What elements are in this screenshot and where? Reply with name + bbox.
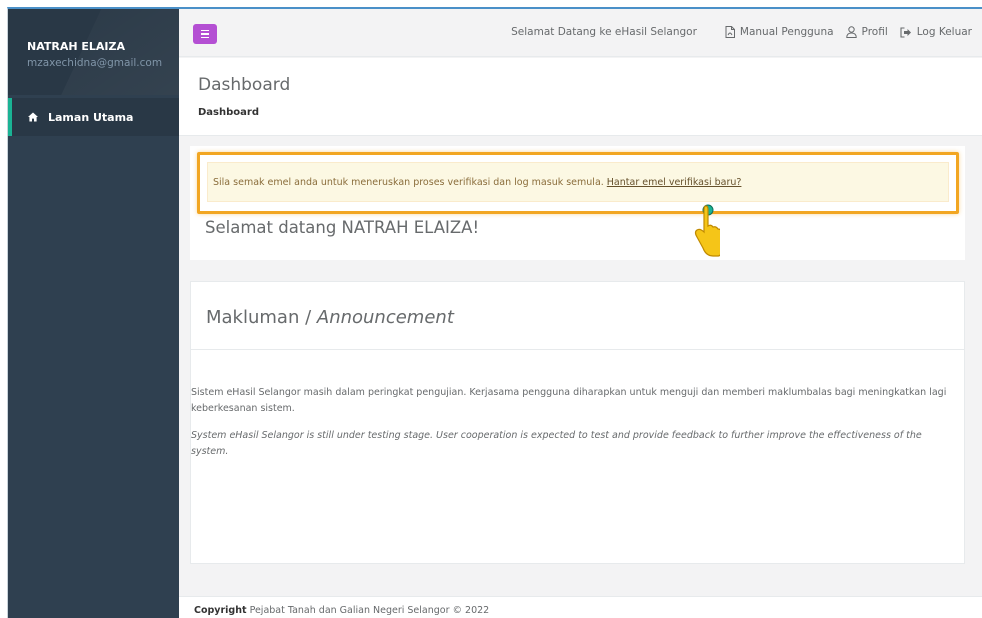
welcome-message: Selamat Datang ke eHasil Selangor <box>511 26 697 38</box>
divider <box>191 349 964 350</box>
announcement-title-main: Makluman / <box>206 307 317 328</box>
verification-alert: Sila semak emel anda untuk meneruskan pr… <box>207 162 949 202</box>
breadcrumb[interactable]: Dashboard <box>198 107 259 118</box>
sidebar-item-label: Laman Utama <box>48 110 134 124</box>
footer: Copyright Pejabat Tanah dan Galian Neger… <box>179 596 982 618</box>
profile-email: mzaxechidna@gmail.com <box>27 57 163 69</box>
resend-verification-link[interactable]: Hantar emel verifikasi baru? <box>607 177 742 188</box>
announcement-body-malay: Sistem eHasil Selangor masih dalam perin… <box>191 387 947 414</box>
user-icon <box>845 26 857 38</box>
hamburger-icon-line <box>201 33 209 35</box>
announcement-title-english: Announcement <box>316 307 454 328</box>
footer-text: Pejabat Tanah dan Galian Negeri Selangor… <box>246 605 490 616</box>
footer-copyright-label: Copyright <box>194 605 247 616</box>
menu-toggle-button[interactable] <box>193 24 217 44</box>
pdf-file-icon <box>725 26 735 38</box>
profile-name[interactable]: NATRAH ELAIZA <box>27 40 125 53</box>
hamburger-icon-line <box>201 30 209 32</box>
profile-header: NATRAH ELAIZA mzaxechidna@gmail.com <box>8 9 179 95</box>
home-icon <box>28 112 38 122</box>
announcement-card: Makluman / Announcement Sistem eHasil Se… <box>190 281 965 564</box>
top-links: Selamat Datang ke eHasil Selangor Manual… <box>511 26 972 38</box>
log-keluar-label: Log Keluar <box>916 26 972 38</box>
sidebar: NATRAH ELAIZA mzaxechidna@gmail.com Lama… <box>8 9 179 618</box>
manual-pengguna-link[interactable]: Manual Pengguna <box>725 26 834 38</box>
profil-link[interactable]: Profil <box>845 26 888 38</box>
announcement-title: Makluman / Announcement <box>206 307 454 328</box>
top-navbar: Selamat Datang ke eHasil Selangor Manual… <box>179 9 982 57</box>
page-heading: Dashboard Dashboard <box>179 58 982 136</box>
sidebar-item-laman-utama[interactable]: Laman Utama <box>8 98 179 136</box>
alert-message: Sila semak emel anda untuk meneruskan pr… <box>213 176 604 188</box>
page: NATRAH ELAIZA mzaxechidna@gmail.com Lama… <box>0 0 982 618</box>
log-keluar-link[interactable]: Log Keluar <box>900 26 972 38</box>
welcome-greeting: Selamat datang NATRAH ELAIZA! <box>205 218 480 237</box>
profil-label: Profil <box>861 26 888 38</box>
sign-out-icon <box>900 26 911 38</box>
hamburger-icon-line <box>201 36 209 38</box>
page-title: Dashboard <box>198 75 291 95</box>
announcement-body-english: System eHasil Selangor is still under te… <box>191 430 922 457</box>
pointer-hand-icon <box>694 204 720 257</box>
manual-pengguna-label: Manual Pengguna <box>739 26 834 38</box>
